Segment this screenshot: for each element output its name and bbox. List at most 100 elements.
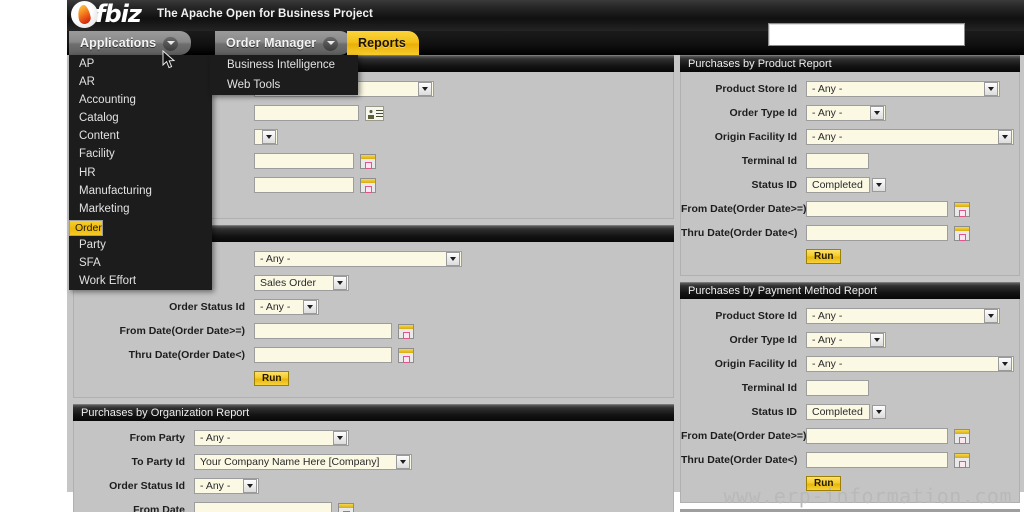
chevron-down-icon[interactable]: [446, 252, 460, 266]
menu-item-work-effort[interactable]: Work Effort: [69, 272, 212, 290]
menu-item-sfa[interactable]: SFA: [69, 254, 212, 272]
date-input-hidden-2[interactable]: [254, 177, 354, 193]
menu-item-content[interactable]: Content: [69, 127, 212, 145]
select-order-status-id[interactable]: - Any -: [254, 299, 319, 315]
thru-date-input[interactable]: [806, 225, 948, 241]
calendar-icon[interactable]: [954, 452, 970, 468]
ofbiz-logo[interactable]: fbiz: [71, 1, 142, 28]
chevron-down-icon[interactable]: [984, 309, 998, 323]
chevron-down-icon[interactable]: [998, 130, 1012, 144]
menu-item-accounting[interactable]: Accounting: [69, 91, 212, 109]
field-control: [806, 225, 970, 241]
select-value: - Any -: [812, 107, 843, 119]
select-order-type-id[interactable]: - Any -: [806, 105, 886, 121]
run-button[interactable]: Run: [806, 249, 842, 264]
select-order-status-id[interactable]: - Any -: [194, 478, 259, 494]
chevron-down-icon[interactable]: [871, 178, 886, 192]
chevron-down-icon[interactable]: [871, 405, 886, 419]
menu-item-ap[interactable]: AP: [69, 55, 212, 73]
select-value: Your Company Name Here [Company]: [200, 456, 380, 468]
menu-item-web-tools[interactable]: Web Tools: [210, 75, 358, 95]
field-control: Run: [254, 371, 290, 386]
from-date-input[interactable]: [194, 502, 332, 512]
select-status-id[interactable]: Completed: [806, 177, 886, 193]
header-search-box[interactable]: [768, 23, 965, 46]
chevron-down-icon[interactable]: [163, 35, 179, 51]
menu-item-catalog[interactable]: Catalog: [69, 109, 212, 127]
from-date-input[interactable]: [254, 323, 392, 339]
from-date-input[interactable]: [806, 428, 948, 444]
tab-applications[interactable]: Applications: [69, 31, 192, 55]
select-product-store[interactable]: - Any -: [254, 251, 462, 267]
select-origin-facility-id[interactable]: - Any -: [806, 356, 1014, 372]
from-date-input[interactable]: [806, 201, 948, 217]
tab-order-manager[interactable]: Order Manager: [215, 31, 352, 55]
chevron-down-icon[interactable]: [333, 431, 347, 445]
chevron-down-icon[interactable]: [870, 333, 884, 347]
select-product-store-id[interactable]: - Any -: [806, 81, 1000, 97]
field-control: - Any -: [806, 332, 886, 348]
select-order-type[interactable]: Sales Order: [254, 275, 349, 291]
terminal-id-input[interactable]: [806, 153, 869, 169]
chevron-down-icon[interactable]: [418, 82, 432, 96]
menu-item-order[interactable]: Order: [69, 219, 103, 236]
form-row: Order Type Id - Any -: [681, 105, 1019, 121]
chevron-down-icon[interactable]: [396, 455, 410, 469]
select-product-store-id[interactable]: - Any -: [806, 308, 1000, 324]
calendar-icon[interactable]: [360, 177, 376, 193]
select-origin-facility-id[interactable]: - Any -: [806, 129, 1014, 145]
chevron-down-icon[interactable]: [984, 82, 998, 96]
chevron-down-icon[interactable]: [333, 276, 347, 290]
menu-item-facility[interactable]: Facility: [69, 145, 212, 163]
chevron-down-icon[interactable]: [323, 35, 339, 51]
chevron-down-icon[interactable]: [870, 106, 884, 120]
field-label-from-party: From Party: [129, 432, 185, 444]
header-search-input[interactable]: [769, 24, 964, 45]
field-label-order-type-id: Order Type Id: [729, 334, 798, 346]
calendar-icon[interactable]: [954, 201, 970, 217]
calendar-icon[interactable]: [954, 428, 970, 444]
field-control: [254, 347, 414, 363]
thru-date-input[interactable]: [806, 452, 948, 468]
calendar-icon[interactable]: [360, 153, 376, 169]
select-order-type-id[interactable]: - Any -: [806, 332, 886, 348]
field-label-product-store-id: Product Store Id: [715, 310, 797, 322]
select-hidden-2[interactable]: [254, 129, 278, 145]
terminal-id-input[interactable]: [806, 380, 869, 396]
field-label-from-date: From Date(Order Date>=): [119, 325, 245, 337]
field-control: [806, 201, 970, 217]
chevron-down-icon[interactable]: [303, 300, 317, 314]
field-label-origin-facility-id: Origin Facility Id: [714, 358, 797, 370]
menu-item-business-intelligence[interactable]: Business Intelligence: [210, 55, 358, 75]
form-row: Order Type Id - Any -: [681, 332, 1019, 348]
menu-item-party[interactable]: Party: [69, 236, 212, 254]
calendar-icon[interactable]: [954, 225, 970, 241]
menu-item-marketing[interactable]: Marketing: [69, 200, 212, 218]
panel-purchases-by-payment-method: Purchases by Payment Method Report Produ…: [680, 282, 1020, 503]
thru-date-input[interactable]: [254, 347, 392, 363]
lookup-icon[interactable]: [365, 105, 384, 121]
calendar-icon[interactable]: [398, 347, 414, 363]
tab-reports[interactable]: Reports: [347, 31, 419, 55]
text-input-hidden-1[interactable]: [254, 105, 359, 121]
select-from-party[interactable]: - Any -: [194, 430, 349, 446]
form-row-actions: Run: [74, 371, 673, 386]
date-input-hidden-1[interactable]: [254, 153, 354, 169]
calendar-icon[interactable]: [338, 502, 354, 512]
menu-item-manufacturing[interactable]: Manufacturing: [69, 182, 212, 200]
field-label-terminal-id: Terminal Id: [741, 382, 797, 394]
chevron-down-icon[interactable]: [243, 479, 257, 493]
select-status-id[interactable]: Completed: [806, 404, 886, 420]
calendar-icon[interactable]: [398, 323, 414, 339]
menu-item-ar[interactable]: AR: [69, 73, 212, 91]
chevron-down-icon[interactable]: [998, 357, 1012, 371]
menu-item-hr[interactable]: HR: [69, 164, 212, 182]
select-to-party-id[interactable]: Your Company Name Here [Company]: [194, 454, 412, 470]
chevron-down-icon[interactable]: [262, 130, 276, 144]
field-control: - Any -: [194, 478, 259, 494]
form-row: Product Store Id - Any -: [681, 81, 1019, 97]
field-label-thru-date: Thru Date(Order Date<): [128, 349, 245, 361]
run-button[interactable]: Run: [254, 371, 290, 386]
form-row: From Date(Order Date>=): [74, 323, 673, 339]
panel-purchases-by-product: Purchases by Product Report Product Stor…: [680, 55, 1020, 276]
